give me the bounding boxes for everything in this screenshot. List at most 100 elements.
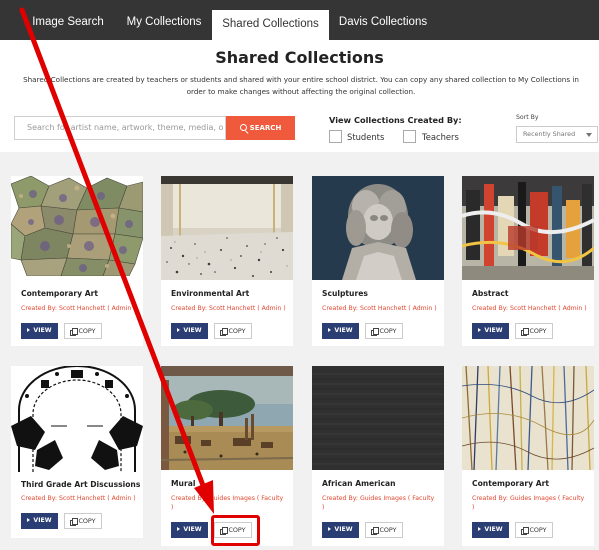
view-label: VIEW (183, 526, 202, 533)
copy-icon (521, 328, 530, 336)
collection-creator: Created By: Scott Hanchett ( Admin ) (322, 305, 437, 312)
copy-button[interactable]: COPY (515, 522, 553, 538)
collection-thumbnail[interactable] (11, 366, 143, 472)
search-button-label: SEARCH (249, 124, 282, 132)
tab-davis-collections[interactable]: Davis Collections (333, 0, 433, 40)
savanna-mural-image (161, 366, 293, 470)
tab-shared-collections[interactable]: Shared Collections (212, 10, 329, 40)
copy-label: COPY (379, 327, 397, 335)
copy-button[interactable]: COPY (214, 323, 252, 339)
play-icon (27, 328, 31, 332)
copy-button[interactable]: COPY (365, 323, 403, 339)
sort-selected-value: Recently Shared (523, 130, 576, 138)
collection-card: African American Created By: Guides Imag… (312, 366, 444, 546)
collection-creator: Created By: Guides Images ( Faculty ) (472, 495, 585, 511)
collection-creator: Created By: Scott Hanchett ( Admin ) (472, 305, 587, 312)
collection-card: Third Grade Art Discussions Created By: … (11, 366, 143, 538)
view-label: VIEW (484, 526, 503, 533)
collection-thumbnail[interactable] (312, 176, 444, 280)
copy-icon (220, 328, 229, 336)
teachers-label: Teachers (422, 132, 459, 142)
collection-thumbnail[interactable] (462, 176, 594, 280)
collection-title: Third Grade Art Discussions (21, 480, 141, 489)
play-icon (328, 527, 332, 531)
collection-creator: Created By: Scott Hanchett ( Admin ) (21, 305, 136, 312)
abstract-painting-image (462, 176, 594, 280)
view-label: VIEW (183, 327, 202, 334)
copy-button[interactable]: COPY (64, 323, 102, 339)
page-title: Shared Collections (215, 48, 384, 67)
view-label: VIEW (334, 526, 353, 533)
play-icon (177, 328, 181, 332)
view-button[interactable]: VIEW (322, 522, 359, 538)
marble-floor-installation-image (161, 176, 293, 280)
search-icon (239, 124, 247, 131)
students-label: Students (347, 132, 385, 142)
collection-thumbnail[interactable] (161, 366, 293, 470)
copy-button[interactable]: COPY (515, 323, 553, 339)
collection-thumbnail[interactable] (161, 176, 293, 280)
shared-collections-page: Image Search My Collections Shared Colle… (0, 0, 599, 550)
collection-thumbnail[interactable] (312, 366, 444, 470)
dark-textured-work-image (312, 366, 444, 470)
collection-creator: Created By: Scott Hanchett ( Admin ) (171, 305, 286, 312)
tab-image-search[interactable]: Image Search (18, 0, 118, 40)
collection-card: Contemporary Art Created By: Scott Hanch… (11, 176, 143, 346)
collection-card: Contemporary Art Created By: Guides Imag… (462, 366, 594, 546)
collection-creator: Created By: Scott Hanchett ( Admin ) (21, 495, 136, 502)
view-button[interactable]: VIEW (472, 323, 509, 339)
drip-painting-image (462, 366, 594, 470)
tessellation-pattern-image (11, 176, 143, 276)
collection-card: Environmental Art Created By: Scott Hanc… (161, 176, 293, 346)
view-button[interactable]: VIEW (472, 522, 509, 538)
filter-label: View Collections Created By: (329, 115, 462, 125)
view-label: VIEW (33, 327, 52, 334)
chevron-down-icon (586, 133, 592, 137)
collection-title: Sculptures (322, 289, 368, 298)
copy-label: COPY (529, 327, 547, 335)
copy-button[interactable]: COPY (365, 522, 403, 538)
collection-title: Mural (171, 479, 196, 488)
copy-icon (371, 527, 380, 535)
copy-icon (521, 527, 530, 535)
collection-title: African American (322, 479, 396, 488)
copy-label: COPY (78, 517, 96, 525)
collection-thumbnail[interactable] (462, 366, 594, 470)
teachers-checkbox[interactable] (403, 130, 416, 143)
view-button[interactable]: VIEW (171, 323, 208, 339)
view-label: VIEW (334, 327, 353, 334)
copy-highlight-box (211, 515, 260, 546)
collection-creator: Created By: Guides Images ( Faculty ) (322, 495, 435, 511)
search-button[interactable]: SEARCH (226, 116, 295, 140)
view-button[interactable]: VIEW (322, 323, 359, 339)
copy-icon (70, 518, 79, 526)
view-button[interactable]: VIEW (21, 513, 58, 529)
copy-label: COPY (78, 327, 96, 335)
view-button[interactable]: VIEW (171, 522, 208, 538)
collection-title: Contemporary Art (472, 479, 550, 488)
view-label: VIEW (484, 327, 503, 334)
sort-select[interactable]: Recently Shared (516, 126, 598, 143)
view-button[interactable]: VIEW (21, 323, 58, 339)
floor-plan-drawing-image (11, 366, 143, 472)
marble-bust-image (312, 176, 444, 280)
play-icon (27, 518, 31, 522)
page-description: Shared Collections are created by teache… (23, 75, 579, 96)
copy-label: COPY (529, 526, 547, 534)
students-checkbox[interactable] (329, 130, 342, 143)
copy-button[interactable]: COPY (64, 513, 102, 529)
view-label: VIEW (33, 517, 52, 524)
sort-label: Sort By (516, 114, 539, 121)
collection-title: Abstract (472, 289, 509, 298)
play-icon (177, 527, 181, 531)
search-input[interactable]: Search for artist name, artwork, theme, … (14, 116, 226, 140)
play-icon (328, 328, 332, 332)
play-icon (478, 527, 482, 531)
copy-label: COPY (379, 526, 397, 534)
top-nav-bar: Image Search My Collections Shared Colle… (0, 0, 599, 40)
collection-thumbnail[interactable] (11, 176, 143, 276)
collection-title: Environmental Art (171, 289, 250, 298)
collection-title: Contemporary Art (21, 289, 99, 298)
tab-my-collections[interactable]: My Collections (118, 0, 210, 40)
copy-icon (70, 328, 79, 336)
